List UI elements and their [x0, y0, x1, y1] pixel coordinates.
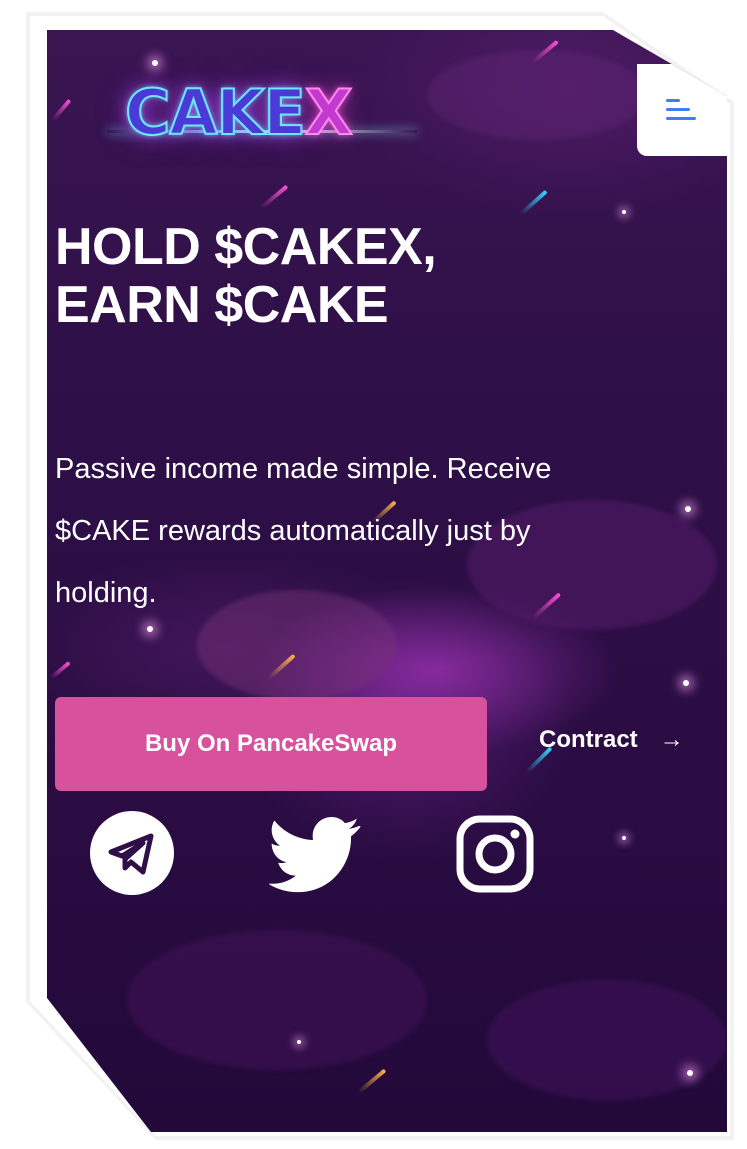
arrow-right-icon: →	[659, 726, 684, 753]
meteor-streak	[259, 184, 289, 210]
logo-accent: X	[304, 75, 354, 150]
hero-title: HOLD $CAKEX, EARN $CAKE	[55, 218, 575, 334]
star-decoration	[683, 680, 689, 686]
meteor-streak	[519, 189, 548, 216]
twitter-link[interactable]	[269, 816, 361, 894]
menu-button[interactable]	[637, 64, 727, 156]
logo-text: CAKE	[124, 75, 307, 150]
star-decoration	[622, 210, 626, 214]
hero-description-line: Passive income made simple. Receive	[55, 453, 552, 485]
hero-description-line: holding.	[55, 577, 157, 609]
meteor-streak	[49, 661, 71, 680]
twitter-icon	[269, 817, 361, 893]
star-decoration	[622, 836, 626, 840]
hero-title-line: HOLD $CAKEX,	[55, 218, 437, 276]
star-decoration	[152, 60, 158, 66]
telegram-link[interactable]	[89, 810, 175, 896]
contract-link[interactable]: Contract →	[539, 726, 684, 754]
star-decoration	[147, 626, 153, 632]
hero-title-line: EARN $CAKE	[55, 276, 389, 334]
star-decoration	[685, 506, 691, 512]
telegram-icon	[90, 811, 174, 895]
meteor-streak	[357, 1068, 387, 1094]
buy-on-pancakeswap-button[interactable]: Buy On PancakeSwap	[55, 697, 487, 791]
contract-label: Contract	[539, 726, 638, 753]
instagram-icon	[456, 815, 534, 893]
background-cloud	[487, 980, 727, 1100]
star-decoration	[297, 1040, 301, 1044]
background-cloud	[127, 930, 427, 1070]
hero-description-line: $CAKE rewards automatically just by	[55, 515, 531, 547]
app-screen: CAKEX HOLD $CAKEX, EARN $CAKE Passive in…	[47, 30, 727, 1132]
meteor-streak	[51, 98, 72, 122]
cakex-logo[interactable]: CAKEX	[124, 75, 354, 150]
star-decoration	[687, 1070, 693, 1076]
instagram-link[interactable]	[455, 814, 535, 894]
hero-description: Passive income made simple. Receive $CAK…	[55, 438, 655, 624]
hamburger-menu-icon	[666, 97, 698, 123]
background-cloud	[427, 50, 647, 140]
